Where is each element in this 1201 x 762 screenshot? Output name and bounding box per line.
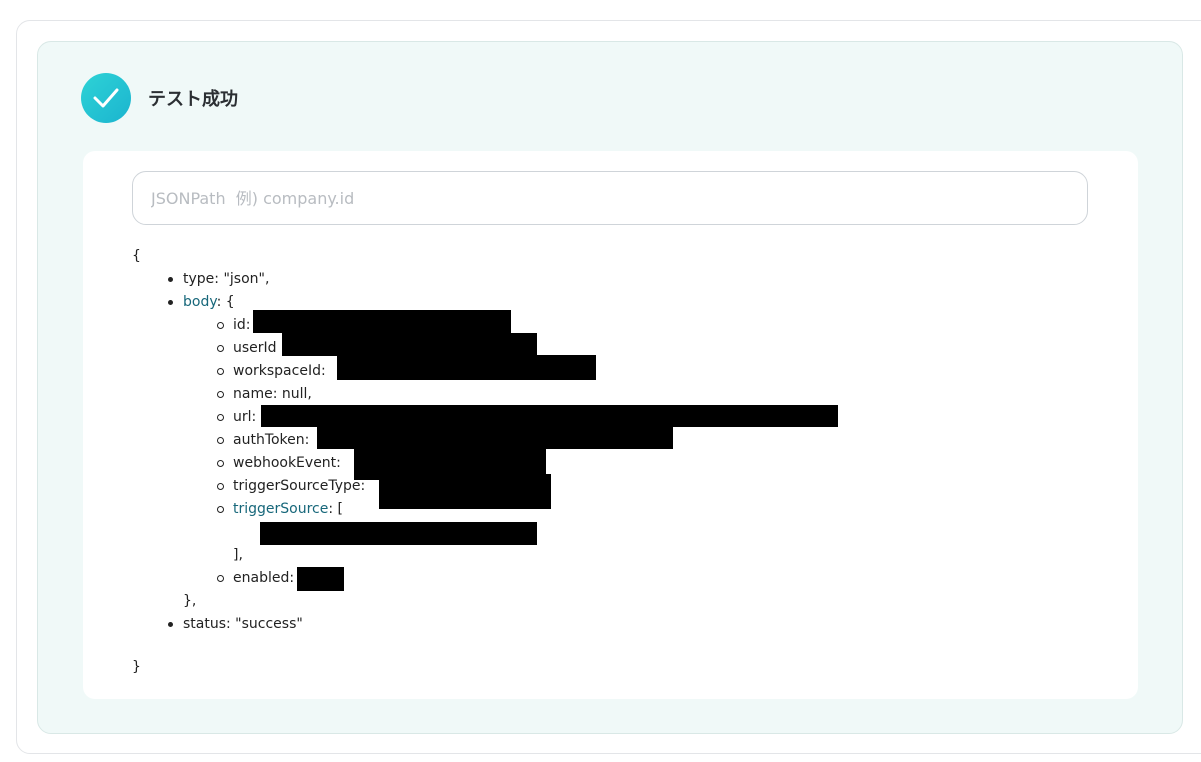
redacted-enabled-value xyxy=(297,567,344,591)
field-trigger-source: triggerSource: [ xyxy=(216,498,344,521)
json-open-brace: { xyxy=(132,248,141,264)
redacted-auth-token-value xyxy=(317,427,673,449)
body-open: : { xyxy=(216,294,235,310)
test-status-header: テスト成功 xyxy=(81,72,238,124)
field-url: url: xyxy=(216,406,256,429)
json-close-brace: } xyxy=(132,659,141,675)
field-auth-token: authToken: xyxy=(216,429,309,452)
field-enabled: enabled: xyxy=(216,567,294,590)
field-workspace-id: workspaceId: xyxy=(217,360,326,383)
json-body-line: body: { xyxy=(168,291,235,314)
field-webhook-event: webhookEvent: xyxy=(217,452,341,475)
redacted-user-id-value xyxy=(282,333,537,356)
field-user-id: userId xyxy=(217,337,277,360)
trigger-source-toggle[interactable]: triggerSource xyxy=(233,501,328,517)
jsonpath-search-input[interactable] xyxy=(132,171,1088,225)
redacted-trigger-source-type-value xyxy=(379,474,551,509)
redacted-workspace-id-value xyxy=(337,355,596,380)
body-toggle[interactable]: body xyxy=(183,294,217,310)
redacted-id-value xyxy=(253,310,511,333)
redacted-url-value xyxy=(261,405,838,427)
json-type-line: type: "json", xyxy=(167,268,269,291)
field-trigger-source-type: triggerSourceType: xyxy=(216,475,365,498)
trigger-source-close: ], xyxy=(233,547,243,563)
status-title: テスト成功 xyxy=(148,89,238,110)
field-name: name: null, xyxy=(217,383,312,406)
redacted-trigger-source-items xyxy=(260,522,537,545)
field-id: id: xyxy=(217,314,251,337)
body-close: }, xyxy=(183,593,197,609)
trigger-source-open: : [ xyxy=(328,501,344,517)
json-status-line: status: "success" xyxy=(168,613,303,636)
check-icon xyxy=(81,73,131,123)
